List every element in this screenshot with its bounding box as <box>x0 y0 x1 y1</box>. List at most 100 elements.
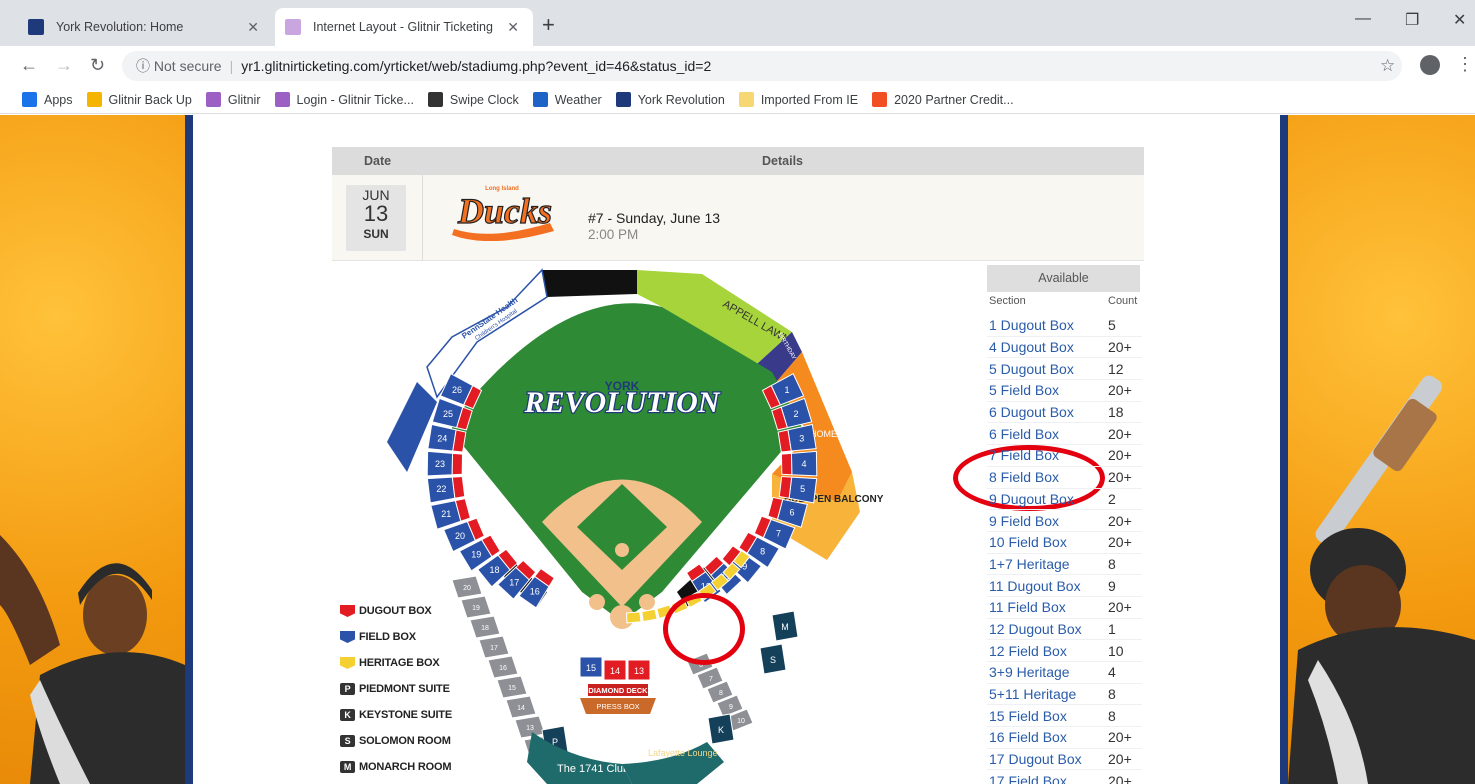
team-logo-text: REVOLUTION <box>523 386 720 419</box>
availability-row[interactable]: 1 Dugout Box 5 <box>987 315 1142 337</box>
back-icon[interactable]: ← <box>20 55 38 76</box>
profile-avatar-icon[interactable] <box>1420 55 1440 75</box>
section-link[interactable]: 1 Dugout Box <box>987 317 1108 333</box>
minimize-icon[interactable]: — <box>1355 10 1371 28</box>
bookmark-item[interactable]: Apps <box>22 92 73 107</box>
legend-swatch-icon: S <box>340 735 355 747</box>
section-link[interactable]: 10 Field Box <box>987 534 1108 550</box>
restore-icon[interactable]: ❐ <box>1405 10 1419 30</box>
dugout-box-section[interactable] <box>451 475 466 499</box>
event-title: #7 - Sunday, June 13 <box>588 210 721 226</box>
heritage-box-section[interactable] <box>626 611 642 624</box>
press-box-label: PRESS BOX <box>596 702 639 711</box>
divider <box>422 175 423 261</box>
section-link[interactable]: 15 Field Box <box>987 708 1108 724</box>
player-right-image <box>1288 375 1475 784</box>
event-row[interactable]: JUN 13 SUN Long Island Ducks #7 - Sunday… <box>332 175 1144 261</box>
availability-row[interactable]: 9 Field Box 20+ <box>987 510 1142 532</box>
section-link[interactable]: 16 Field Box <box>987 729 1108 745</box>
availability-row[interactable]: 9 Dugout Box 2 <box>987 489 1142 511</box>
section-link[interactable]: 6 Dugout Box <box>987 404 1108 420</box>
availability-row[interactable]: 1+7 Heritage 8 <box>987 554 1142 576</box>
bookmark-label: 2020 Partner Credit... <box>894 92 1014 107</box>
availability-list: 1 Dugout Box 5 4 Dugout Box 20+ 5 Dugout Box… <box>987 315 1142 784</box>
dugout-box-section[interactable] <box>778 475 793 499</box>
section-link[interactable]: 11 Field Box <box>987 599 1108 615</box>
bookmark-item[interactable]: Weather <box>532 92 602 107</box>
availability-row[interactable]: 5 Dugout Box 12 <box>987 358 1142 381</box>
availability-row[interactable]: 7 Field Box 20+ <box>987 445 1142 467</box>
section-link[interactable]: 1+7 Heritage <box>987 556 1108 572</box>
availability-row[interactable]: 16 Field Box 20+ <box>987 727 1142 749</box>
section-link[interactable]: 8 Field Box <box>987 469 1108 485</box>
availability-row[interactable]: 15 Field Box 8 <box>987 705 1142 728</box>
availability-row[interactable]: 10 Field Box 20+ <box>987 532 1142 554</box>
availability-row[interactable]: 3+9 Heritage 4 <box>987 662 1142 684</box>
section-link[interactable]: 6 Field Box <box>987 426 1108 442</box>
section-link[interactable]: 12 Dugout Box <box>987 621 1108 637</box>
section-link[interactable]: 5+11 Heritage <box>987 686 1108 702</box>
section-link[interactable]: 9 Field Box <box>987 513 1108 529</box>
section-link[interactable]: 9 Dugout Box <box>987 491 1108 507</box>
legend-swatch-icon <box>340 657 355 669</box>
bookmark-item[interactable]: 2020 Partner Credit... <box>872 92 1014 107</box>
bookmark-item[interactable]: Glitnir Back Up <box>86 92 192 107</box>
availability-row[interactable]: 12 Field Box 10 <box>987 640 1142 662</box>
bookmark-item[interactable]: Swipe Clock <box>427 92 519 107</box>
stadium-seating-map[interactable]: APPELL LAWN BIRTHDAY ZONE HOME RUN PATIO… <box>332 262 982 784</box>
close-window-icon[interactable]: ✕ <box>1453 10 1466 30</box>
dugout-box-section[interactable] <box>451 452 464 476</box>
section-link[interactable]: 17 Field Box <box>987 773 1108 784</box>
availability-row[interactable]: 12 Dugout Box 1 <box>987 619 1142 641</box>
availability-row[interactable]: 6 Dugout Box 18 <box>987 402 1142 424</box>
omnibox[interactable]: ⓘ Not secure | yr1.glitnirticketing.com/… <box>122 51 1402 81</box>
new-tab-icon[interactable]: + <box>542 14 555 36</box>
availability-row[interactable]: 5 Field Box 20+ <box>987 380 1142 402</box>
section-number-label: 26 <box>452 385 462 395</box>
bookmark-item[interactable]: Glitnir <box>205 92 261 107</box>
bookmark-star-icon[interactable]: ☆ <box>1380 56 1395 76</box>
forward-icon[interactable]: → <box>55 55 73 76</box>
section-link[interactable]: 12 Field Box <box>987 643 1108 659</box>
close-tab-icon[interactable]: ✕ <box>503 19 523 36</box>
menu-icon[interactable]: ⋮ <box>1456 54 1474 75</box>
reload-icon[interactable]: ↻ <box>90 55 105 76</box>
section-count: 20+ <box>1108 751 1132 768</box>
availability-row[interactable]: 5+11 Heritage 8 <box>987 684 1142 706</box>
section-link[interactable]: 17 Dugout Box <box>987 751 1108 767</box>
york-revolution-favicon-icon <box>28 19 44 35</box>
info-icon[interactable]: ⓘ <box>136 56 154 76</box>
section-link[interactable]: 7 Field Box <box>987 447 1108 463</box>
section-link[interactable]: 5 Dugout Box <box>987 361 1108 377</box>
url-text[interactable]: yr1.glitnirticketing.com/yrticket/web/st… <box>241 58 711 74</box>
bookmark-item[interactable]: York Revolution <box>615 92 725 107</box>
section-count: 20+ <box>1108 534 1132 551</box>
section-number-label: 7 <box>776 528 781 538</box>
section-number-label: 14 <box>610 666 620 676</box>
availability-row[interactable]: 11 Dugout Box 9 <box>987 575 1142 597</box>
lafayette-lounge-label: Lafayette Lounge <box>648 748 718 758</box>
section-number-label: 1 <box>784 385 789 395</box>
section-link[interactable]: 4 Dugout Box <box>987 339 1108 355</box>
section-link[interactable]: 5 Field Box <box>987 382 1108 398</box>
the-1741-club[interactable] <box>527 732 632 784</box>
section-number-label: 4 <box>801 459 806 469</box>
availability-row[interactable]: 17 Field Box 20+ <box>987 770 1142 784</box>
section-link[interactable]: 3+9 Heritage <box>987 664 1108 680</box>
section-count: 1 <box>1108 620 1116 637</box>
heritage-box-section[interactable] <box>641 608 658 623</box>
close-tab-icon[interactable]: ✕ <box>243 19 263 36</box>
availability-row[interactable]: 4 Dugout Box 20+ <box>987 337 1142 359</box>
tab-glitnir-ticketing[interactable]: Internet Layout - Glitnir Ticketing ✕ <box>275 8 533 46</box>
availability-row[interactable]: 8 Field Box 20+ <box>987 467 1142 489</box>
availability-row[interactable]: 6 Field Box 20+ <box>987 423 1142 446</box>
bookmark-item[interactable]: Imported From IE <box>738 92 858 107</box>
dugout-box-section[interactable] <box>780 452 793 476</box>
bookmark-item[interactable]: Login - Glitnir Ticke... <box>274 92 414 107</box>
base-left <box>589 594 605 610</box>
border-stripe <box>185 115 193 784</box>
section-link[interactable]: 11 Dugout Box <box>987 578 1108 594</box>
tab-york-revolution[interactable]: York Revolution: Home ✕ <box>18 8 273 46</box>
availability-row[interactable]: 11 Field Box 20+ <box>987 597 1142 619</box>
availability-row[interactable]: 17 Dugout Box 20+ <box>987 749 1142 771</box>
